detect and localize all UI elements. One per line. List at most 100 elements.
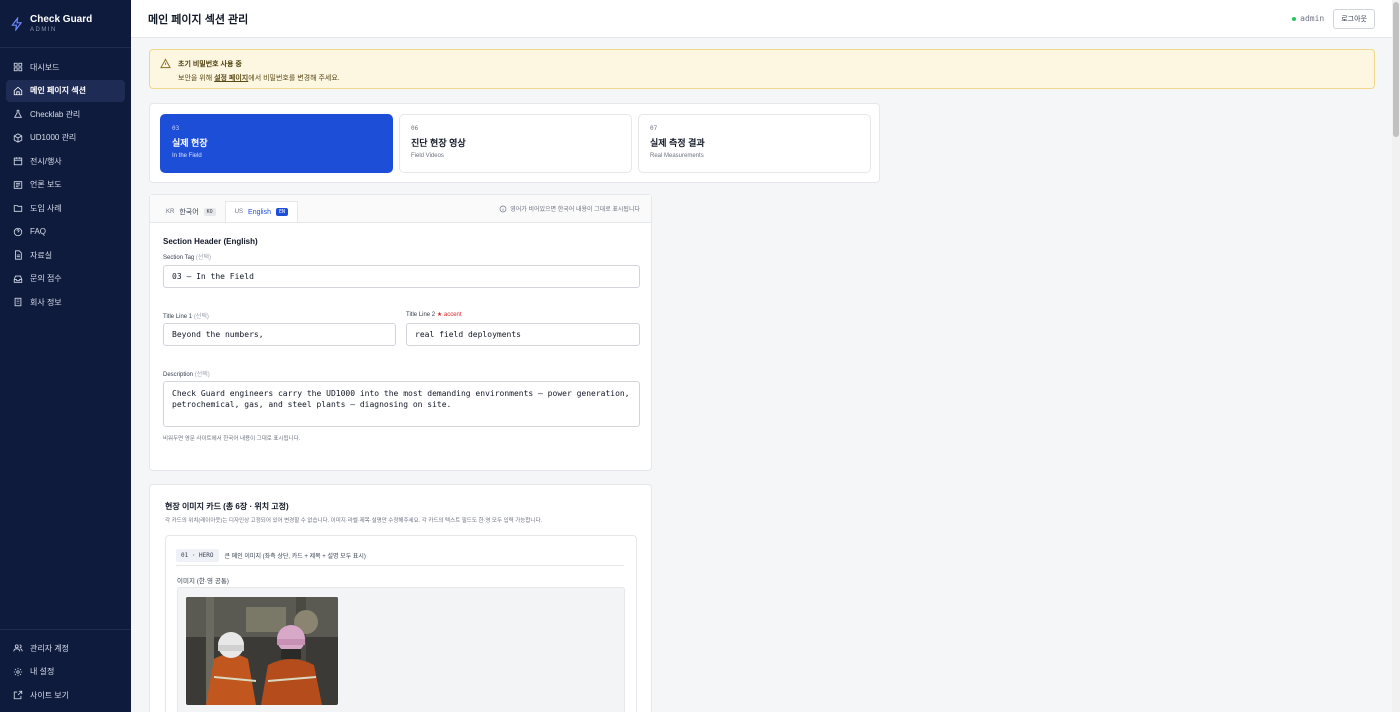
sidebar-item-label: 내 설정 [30, 667, 55, 676]
sidebar-item-checklab[interactable]: Checklab 관리 [6, 103, 125, 125]
sidebar-item-inquiries[interactable]: 문의 접수 [6, 268, 125, 290]
title-line2-input[interactable]: real field deployments [406, 323, 640, 346]
language-hint-text: 영어가 비어있으면 한국어 내용이 그대로 표시됩니다 [510, 207, 640, 213]
image-field-label: 이미지 (한·영 공통) [177, 578, 229, 585]
sidebar-bottom-nav: 관리자 계정 내 설정 사이트 보기 [0, 629, 131, 708]
label-text: Title Line 2 [406, 312, 436, 318]
dashboard-icon [13, 62, 23, 72]
sidebar-item-label: 전시/행사 [30, 156, 62, 166]
sidebar-item-label: 언론 보도 [30, 180, 62, 189]
section-title: 실제 현장 [172, 138, 208, 148]
tab-korean[interactable]: KR 한국어 KO [157, 202, 225, 222]
users-icon [13, 644, 23, 652]
sidebar-item-label: 회사 정보 [30, 297, 62, 307]
sidebar-item-dashboard[interactable]: 대시보드 [6, 56, 125, 78]
optional-hint: (선택) [194, 372, 210, 378]
home-icon [13, 86, 23, 95]
section-subtitle: Field Videos [411, 153, 444, 159]
sidebar-item-label: 관리자 계정 [30, 643, 70, 653]
sidebar-item-label: UD1000 관리 [30, 133, 77, 142]
section-title: 실제 측정 결과 [650, 138, 705, 148]
logout-button[interactable]: 로그아웃 [1333, 8, 1375, 29]
building-icon [14, 297, 22, 307]
sidebar-item-faq[interactable]: FAQ [6, 221, 125, 243]
us-flag-icon: US [234, 209, 244, 215]
title-line1-label: Title Line 1 (선택) [163, 311, 209, 320]
folder-icon [13, 205, 23, 212]
image-upload-area[interactable] [177, 587, 625, 712]
sidebar: Check Guard ADMIN 대시보드 메인 페이지 섹션 Checkla… [0, 0, 131, 712]
alert-title: 초기 비밀번호 사용 중 [178, 61, 242, 68]
title-line2-label: Title Line 2 ★ accent [406, 311, 462, 318]
tab-english[interactable]: US English EN [224, 201, 299, 222]
section-tab-06[interactable]: 06 진단 현장 영상 Field Videos [399, 114, 632, 173]
sidebar-item-label: FAQ [30, 227, 47, 236]
page-scrollbar[interactable] [1392, 0, 1400, 712]
sidebar-item-label: 도입 사례 [30, 203, 62, 213]
sidebar-item-resources[interactable]: 자료실 [6, 244, 125, 266]
image-cards-description: 각 카드의 위치(레이아웃)는 디자인상 고정되어 있어 변경할 수 없습니다.… [165, 518, 543, 524]
alert-text-after: 에서 비밀번호를 변경해 주세요. [248, 75, 340, 82]
section-title: 진단 현장 영상 [411, 138, 466, 148]
sidebar-item-press[interactable]: 언론 보도 [6, 174, 125, 196]
help-circle-icon [13, 227, 23, 236]
section-number: 03 [172, 125, 180, 132]
newspaper-icon [13, 180, 23, 189]
sidebar-item-main-sections[interactable]: 메인 페이지 섹션 [6, 79, 125, 102]
sidebar-item-label: 대시보드 [30, 62, 60, 72]
gear-icon [13, 667, 23, 676]
box-icon [13, 132, 23, 143]
section-form-card: KR 한국어 KO US English EN 영어가 비어있으면 한국어 내용… [149, 194, 652, 471]
alert-text-before: 보안을 위해 [178, 75, 215, 82]
section-number: 07 [650, 125, 658, 132]
inbox-icon [13, 275, 23, 283]
brand[interactable]: Check Guard ADMIN [0, 0, 131, 48]
label-text: Title Line 1 [163, 314, 193, 320]
sidebar-item-ud1000[interactable]: UD1000 관리 [6, 127, 125, 149]
sidebar-item-label: 문의 접수 [30, 274, 62, 283]
section-tag-input[interactable]: 03 — In the Field [163, 265, 640, 288]
section-header-title: Section Header (English) [163, 237, 258, 246]
lang-label: 한국어 [179, 209, 199, 216]
kr-flag-icon: KR [166, 209, 175, 215]
sidebar-item-company[interactable]: 회사 정보 [6, 291, 125, 313]
sidebar-item-view-site[interactable]: 사이트 보기 [6, 684, 125, 706]
image-card-01: 01 · HERO 큰 메인 이미지 (좌측 상단, 카드 + 제목 + 설명 … [165, 535, 637, 712]
section-number: 06 [411, 125, 419, 132]
lang-code-badge: EN [276, 208, 289, 216]
scrollbar-thumb[interactable] [1393, 2, 1399, 137]
page-title: 메인 페이지 섹션 관리 [148, 13, 249, 26]
current-user: admin [1300, 14, 1325, 23]
sidebar-nav: 대시보드 메인 페이지 섹션 Checklab 관리 UD1000 관리 전시/… [0, 48, 131, 313]
lang-label: English [248, 208, 272, 216]
section-subtitle: In the Field [172, 153, 202, 159]
section-tab-07[interactable]: 07 실제 측정 결과 Real Measurements [638, 114, 871, 173]
sidebar-item-label: 자료실 [30, 250, 53, 260]
sidebar-item-admin-accounts[interactable]: 관리자 계정 [6, 637, 125, 659]
field-photo [186, 597, 338, 705]
description-help-text: 비워두면 영문 사이트에서 한국어 내용이 그대로 표시됩니다. [163, 436, 301, 442]
header-user-area: admin 로그아웃 [1292, 8, 1375, 29]
card-position-row: 01 · HERO 큰 메인 이미지 (좌측 상단, 카드 + 제목 + 설명 … [176, 546, 624, 566]
lang-code-badge: KO [203, 208, 216, 216]
section-selector: 03 실제 현장 In the Field 06 진단 현장 영상 Field … [149, 103, 880, 183]
title-line1-input[interactable]: Beyond the numbers, [163, 323, 396, 346]
language-tabs: KR 한국어 KO US English EN 영어가 비어있으면 한국어 내용… [150, 195, 651, 223]
calendar-icon [13, 157, 23, 166]
description-textarea[interactable]: Check Guard engineers carry the UD1000 i… [163, 381, 640, 427]
sidebar-item-label: 사이트 보기 [30, 690, 70, 700]
section-subtitle: Real Measurements [650, 153, 704, 159]
online-status-dot [1292, 16, 1297, 21]
alert-text: 보안을 위해 설정 페이지에서 비밀번호를 변경해 주세요. [178, 73, 340, 83]
external-link-icon [13, 690, 23, 700]
warning-triangle-icon [160, 58, 171, 69]
sidebar-item-cases[interactable]: 도입 사례 [6, 197, 125, 219]
brand-name: Check Guard [30, 14, 93, 25]
position-badge: 01 · HERO [176, 549, 219, 562]
optional-hint: (선택) [195, 255, 211, 261]
section-tab-03[interactable]: 03 실제 현장 In the Field [160, 114, 393, 173]
sidebar-item-my-settings[interactable]: 내 설정 [6, 661, 125, 683]
sidebar-item-exhibitions[interactable]: 전시/행사 [6, 150, 125, 172]
settings-page-link[interactable]: 설정 페이지 [214, 75, 248, 82]
top-header: 메인 페이지 섹션 관리 admin 로그아웃 [131, 0, 1392, 38]
